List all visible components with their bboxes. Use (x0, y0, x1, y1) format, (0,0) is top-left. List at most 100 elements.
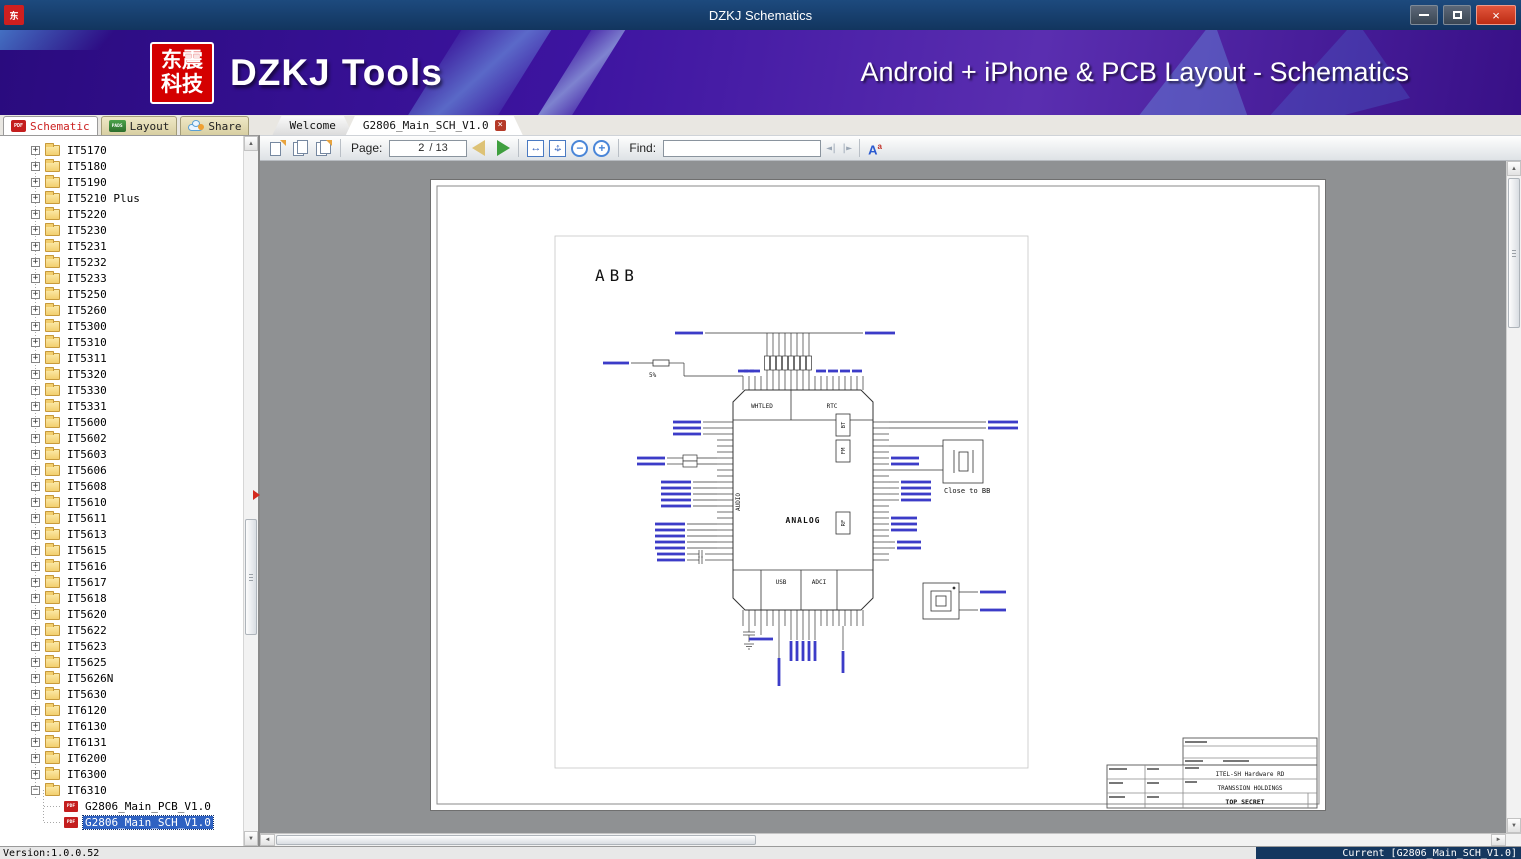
tree-folder[interactable]: + IT5331 (0, 398, 243, 414)
zoom-in-button[interactable]: + (593, 139, 611, 157)
tree-folder[interactable]: + IT5616 (0, 558, 243, 574)
expand-icon[interactable]: + (31, 705, 40, 715)
expand-icon[interactable]: + (31, 737, 40, 747)
expand-icon[interactable]: + (31, 385, 40, 395)
multi-page-view-icon[interactable] (314, 139, 332, 157)
tree-file[interactable]: PDF G2806_Main_PCB_V1.0 (0, 798, 243, 814)
expand-icon[interactable]: + (31, 673, 40, 683)
tree-folder[interactable]: + IT6120 (0, 702, 243, 718)
expand-icon[interactable]: + (31, 769, 40, 779)
scroll-down-icon[interactable]: ▼ (1507, 818, 1521, 833)
tree-folder[interactable]: + IT5602 (0, 430, 243, 446)
expand-icon[interactable]: + (31, 305, 40, 315)
pdf-canvas[interactable]: ABB WHTLED RTC AUDIO ANALOG USB ADCI BT … (260, 161, 1506, 833)
sidebar-scroll-thumb[interactable] (245, 519, 257, 635)
fit-width-button[interactable]: ↔ (527, 139, 545, 157)
scroll-down-icon[interactable]: ▼ (244, 831, 258, 846)
expand-icon[interactable]: + (31, 209, 40, 219)
viewer-horizontal-scrollbar[interactable]: ◄ ► (260, 833, 1521, 846)
expand-icon[interactable]: + (31, 721, 40, 731)
find-previous-icon[interactable]: ◄| (826, 143, 837, 154)
tree-folder[interactable]: + IT5620 (0, 606, 243, 622)
tree-folder[interactable]: + IT5613 (0, 526, 243, 542)
expand-icon[interactable]: + (31, 465, 40, 475)
tab-share[interactable]: Share (180, 116, 250, 135)
tab-layout[interactable]: PADS Layout (100, 116, 178, 135)
tree-folder[interactable]: + IT5300 (0, 318, 243, 334)
tree-folder[interactable]: + IT6200 (0, 750, 243, 766)
find-input[interactable] (663, 139, 822, 157)
tree-folder[interactable]: + IT5310 (0, 334, 243, 350)
viewer-scroll-track[interactable] (1507, 176, 1521, 818)
tree-folder[interactable]: + IT5260 (0, 302, 243, 318)
expand-icon[interactable]: + (31, 241, 40, 251)
viewer-scroll-thumb[interactable] (1508, 178, 1520, 328)
expand-icon[interactable]: + (31, 753, 40, 763)
expand-icon[interactable]: + (31, 433, 40, 443)
expand-icon[interactable]: + (31, 577, 40, 587)
single-page-view-icon[interactable] (268, 139, 286, 157)
tree-folder[interactable]: + IT5233 (0, 270, 243, 286)
tree-folder[interactable]: + IT5606 (0, 462, 243, 478)
tree-folder[interactable]: + IT6131 (0, 734, 243, 750)
tree-folder[interactable]: + IT5232 (0, 254, 243, 270)
tree-folder[interactable]: + IT5230 (0, 222, 243, 238)
previous-page-button[interactable] (472, 140, 486, 156)
tree-file[interactable]: PDF G2806_Main_SCH_V1.0 (0, 814, 243, 830)
tree-folder[interactable]: + IT5625 (0, 654, 243, 670)
expand-icon[interactable]: + (31, 513, 40, 523)
expand-icon[interactable]: + (31, 289, 40, 299)
tree-folder[interactable]: + IT5623 (0, 638, 243, 654)
expand-icon[interactable]: + (31, 593, 40, 603)
expand-icon[interactable]: + (31, 609, 40, 619)
expand-icon[interactable]: + (31, 321, 40, 331)
expand-icon[interactable]: + (31, 625, 40, 635)
expand-icon[interactable]: + (31, 449, 40, 459)
expand-icon[interactable]: + (31, 257, 40, 267)
tree-folder[interactable]: + IT6130 (0, 718, 243, 734)
next-page-button[interactable] (497, 140, 511, 156)
tree-folder[interactable]: + IT5626N (0, 670, 243, 686)
tab-close-icon[interactable]: × (495, 120, 506, 131)
close-button[interactable]: × (1476, 5, 1516, 25)
tree-folder[interactable]: + IT5330 (0, 382, 243, 398)
expand-icon[interactable]: + (31, 161, 40, 171)
tree-folder[interactable]: + IT5311 (0, 350, 243, 366)
expand-icon[interactable]: + (31, 353, 40, 363)
expand-icon[interactable]: + (31, 145, 40, 155)
expand-icon[interactable]: + (31, 657, 40, 667)
tree-folder-expanded[interactable]: − IT6310 (0, 782, 243, 798)
tree-folder[interactable]: + IT5603 (0, 446, 243, 462)
horizontal-scroll-track[interactable] (275, 834, 1491, 846)
scroll-up-icon[interactable]: ▲ (244, 136, 258, 151)
scroll-right-icon[interactable]: ► (1491, 834, 1506, 846)
expand-icon[interactable]: + (31, 545, 40, 555)
tree-folder[interactable]: + IT5615 (0, 542, 243, 558)
tree-folder[interactable]: + IT6300 (0, 766, 243, 782)
expand-icon[interactable]: + (31, 417, 40, 427)
minimize-button[interactable] (1410, 5, 1438, 25)
expand-icon[interactable]: + (31, 529, 40, 539)
tree-folder[interactable]: + IT5610 (0, 494, 243, 510)
scroll-up-icon[interactable]: ▲ (1507, 161, 1521, 176)
tree-folder[interactable]: + IT5180 (0, 158, 243, 174)
zoom-out-button[interactable]: − (571, 139, 589, 157)
expand-icon[interactable]: + (31, 641, 40, 651)
tree-folder[interactable]: + IT5210 Plus (0, 190, 243, 206)
expand-icon[interactable]: + (31, 193, 40, 203)
tree-folder[interactable]: + IT5231 (0, 238, 243, 254)
tree-folder[interactable]: + IT5600 (0, 414, 243, 430)
tree-folder[interactable]: + IT5220 (0, 206, 243, 222)
scroll-left-icon[interactable]: ◄ (260, 834, 275, 846)
tab-schematic[interactable]: PDF Schematic (3, 116, 98, 135)
maximize-button[interactable] (1443, 5, 1471, 25)
doc-tab-welcome[interactable]: Welcome (272, 116, 352, 135)
splitter-collapse-icon[interactable] (253, 490, 260, 500)
expand-icon[interactable]: + (31, 689, 40, 699)
expand-icon[interactable]: + (31, 401, 40, 411)
tree-folder[interactable]: + IT5320 (0, 366, 243, 382)
expand-icon[interactable]: + (31, 177, 40, 187)
tree-folder[interactable]: + IT5617 (0, 574, 243, 590)
expand-icon[interactable]: + (31, 225, 40, 235)
expand-icon[interactable]: + (31, 273, 40, 283)
